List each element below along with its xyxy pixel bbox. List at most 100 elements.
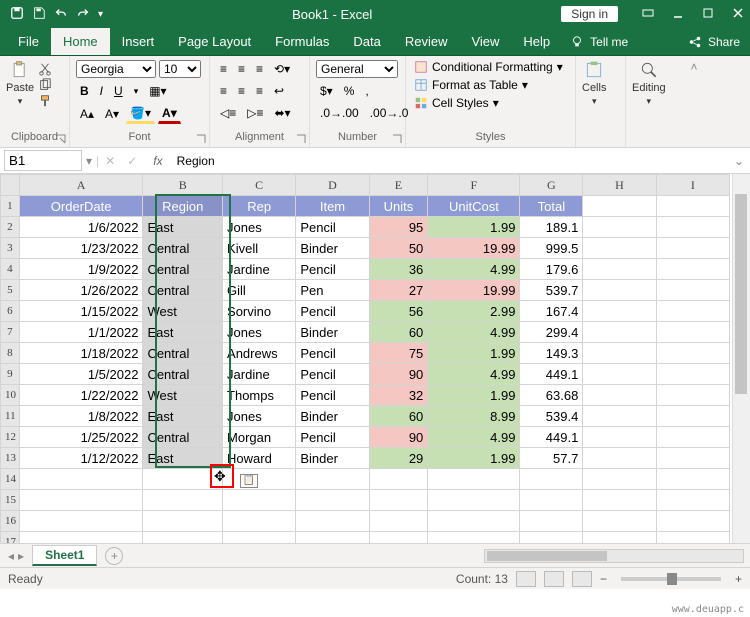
- increase-decimal-icon[interactable]: .0→.00: [316, 104, 363, 122]
- editing-button[interactable]: Editing▾: [632, 60, 666, 107]
- empty-cell[interactable]: [583, 469, 656, 490]
- empty-cell[interactable]: [19, 469, 143, 490]
- ribbon-display-icon[interactable]: [642, 7, 654, 22]
- cell-E9[interactable]: 90: [369, 364, 428, 385]
- normal-view-button[interactable]: [516, 571, 536, 587]
- cell-A5[interactable]: 1/26/2022: [19, 280, 143, 301]
- cell-G8[interactable]: 149.3: [520, 343, 583, 364]
- format-painter-icon[interactable]: [38, 94, 52, 108]
- empty-cell[interactable]: [583, 448, 656, 469]
- cell-A12[interactable]: 1/25/2022: [19, 427, 143, 448]
- empty-cell[interactable]: [428, 469, 520, 490]
- orientation-icon[interactable]: ⟲▾: [270, 60, 294, 78]
- col-header-H[interactable]: H: [583, 175, 656, 196]
- cell-B8[interactable]: Central: [143, 343, 223, 364]
- cell-F4[interactable]: 4.99: [428, 259, 520, 280]
- cell-F6[interactable]: 2.99: [428, 301, 520, 322]
- empty-cell[interactable]: [223, 532, 296, 544]
- wrap-text-icon[interactable]: ↩: [270, 82, 288, 100]
- empty-cell[interactable]: [583, 427, 656, 448]
- empty-cell[interactable]: [583, 259, 656, 280]
- cell-A11[interactable]: 1/8/2022: [19, 406, 143, 427]
- fill-color-button[interactable]: 🪣▾: [126, 104, 155, 124]
- cell-F10[interactable]: 1.99: [428, 385, 520, 406]
- cell-A7[interactable]: 1/1/2022: [19, 322, 143, 343]
- empty-cell[interactable]: [296, 532, 369, 544]
- cell-F13[interactable]: 1.99: [428, 448, 520, 469]
- cell-D6[interactable]: Pencil: [296, 301, 369, 322]
- empty-cell[interactable]: [583, 343, 656, 364]
- dropdown-icon[interactable]: ▾: [82, 154, 96, 168]
- cell-styles-button[interactable]: Cell Styles▾: [412, 96, 501, 110]
- row-header-2[interactable]: 2: [1, 217, 20, 238]
- cell-F7[interactable]: 4.99: [428, 322, 520, 343]
- zoom-out-button[interactable]: −: [600, 572, 607, 586]
- empty-cell[interactable]: [583, 406, 656, 427]
- row-header-3[interactable]: 3: [1, 238, 20, 259]
- empty-cell[interactable]: [223, 490, 296, 511]
- cell-C8[interactable]: Andrews: [223, 343, 296, 364]
- col-header-A[interactable]: A: [19, 175, 143, 196]
- cell-A9[interactable]: 1/5/2022: [19, 364, 143, 385]
- cell-F9[interactable]: 4.99: [428, 364, 520, 385]
- cell-E3[interactable]: 50: [369, 238, 428, 259]
- empty-cell[interactable]: [656, 511, 729, 532]
- cell-D5[interactable]: Pen: [296, 280, 369, 301]
- number-dialog-launcher-icon[interactable]: [391, 133, 403, 145]
- empty-cell[interactable]: [656, 427, 729, 448]
- cell-A13[interactable]: 1/12/2022: [19, 448, 143, 469]
- col-header-C[interactable]: C: [223, 175, 296, 196]
- cells-button[interactable]: Cells▾: [582, 60, 606, 107]
- save-icon[interactable]: [32, 6, 46, 23]
- minimize-icon[interactable]: [672, 7, 684, 22]
- cell-D7[interactable]: Binder: [296, 322, 369, 343]
- cut-icon[interactable]: [38, 62, 52, 76]
- cell-G9[interactable]: 449.1: [520, 364, 583, 385]
- empty-cell[interactable]: [656, 259, 729, 280]
- align-bottom-icon[interactable]: ≡: [252, 60, 267, 78]
- cell-B3[interactable]: Central: [143, 238, 223, 259]
- tab-view[interactable]: View: [459, 28, 511, 55]
- cell-C11[interactable]: Jones: [223, 406, 296, 427]
- empty-cell[interactable]: [223, 469, 296, 490]
- cell-E7[interactable]: 60: [369, 322, 428, 343]
- comma-format-icon[interactable]: ,: [361, 82, 372, 100]
- cell-E8[interactable]: 75: [369, 343, 428, 364]
- cell-G3[interactable]: 999.5: [520, 238, 583, 259]
- row-header-7[interactable]: 7: [1, 322, 20, 343]
- empty-cell[interactable]: [520, 469, 583, 490]
- empty-cell[interactable]: [520, 532, 583, 544]
- empty-cell[interactable]: [583, 490, 656, 511]
- cell-E11[interactable]: 60: [369, 406, 428, 427]
- empty-cell[interactable]: [656, 406, 729, 427]
- cell-B2[interactable]: East: [143, 217, 223, 238]
- cell-E13[interactable]: 29: [369, 448, 428, 469]
- font-size-select[interactable]: 10: [159, 60, 201, 78]
- empty-cell[interactable]: [143, 469, 223, 490]
- row-header-10[interactable]: 10: [1, 385, 20, 406]
- cell-F11[interactable]: 8.99: [428, 406, 520, 427]
- cell-B9[interactable]: Central: [143, 364, 223, 385]
- add-sheet-button[interactable]: +: [105, 547, 123, 565]
- empty-cell[interactable]: [428, 511, 520, 532]
- collapse-ribbon-icon[interactable]: ˄: [684, 56, 704, 147]
- empty-cell[interactable]: [656, 196, 729, 217]
- empty-cell[interactable]: [656, 238, 729, 259]
- cell-C2[interactable]: Jones: [223, 217, 296, 238]
- cell-C7[interactable]: Jones: [223, 322, 296, 343]
- cell-G2[interactable]: 189.1: [520, 217, 583, 238]
- sheet-nav-prev-icon[interactable]: ◂: [8, 549, 14, 563]
- name-box[interactable]: [4, 150, 82, 171]
- cell-F5[interactable]: 19.99: [428, 280, 520, 301]
- vertical-scrollbar[interactable]: [732, 174, 750, 543]
- paste-options-icon[interactable]: 📋: [240, 474, 258, 488]
- empty-cell[interactable]: [223, 511, 296, 532]
- worksheet[interactable]: ABCDEFGHI1OrderDateRegionRepItemUnitsUni…: [0, 174, 750, 543]
- tab-data[interactable]: Data: [341, 28, 392, 55]
- empty-cell[interactable]: [520, 490, 583, 511]
- cell-B4[interactable]: Central: [143, 259, 223, 280]
- share-button[interactable]: Share: [708, 35, 740, 49]
- cell-header-Units[interactable]: Units: [369, 196, 428, 217]
- cell-E6[interactable]: 56: [369, 301, 428, 322]
- tab-help[interactable]: Help: [511, 28, 562, 55]
